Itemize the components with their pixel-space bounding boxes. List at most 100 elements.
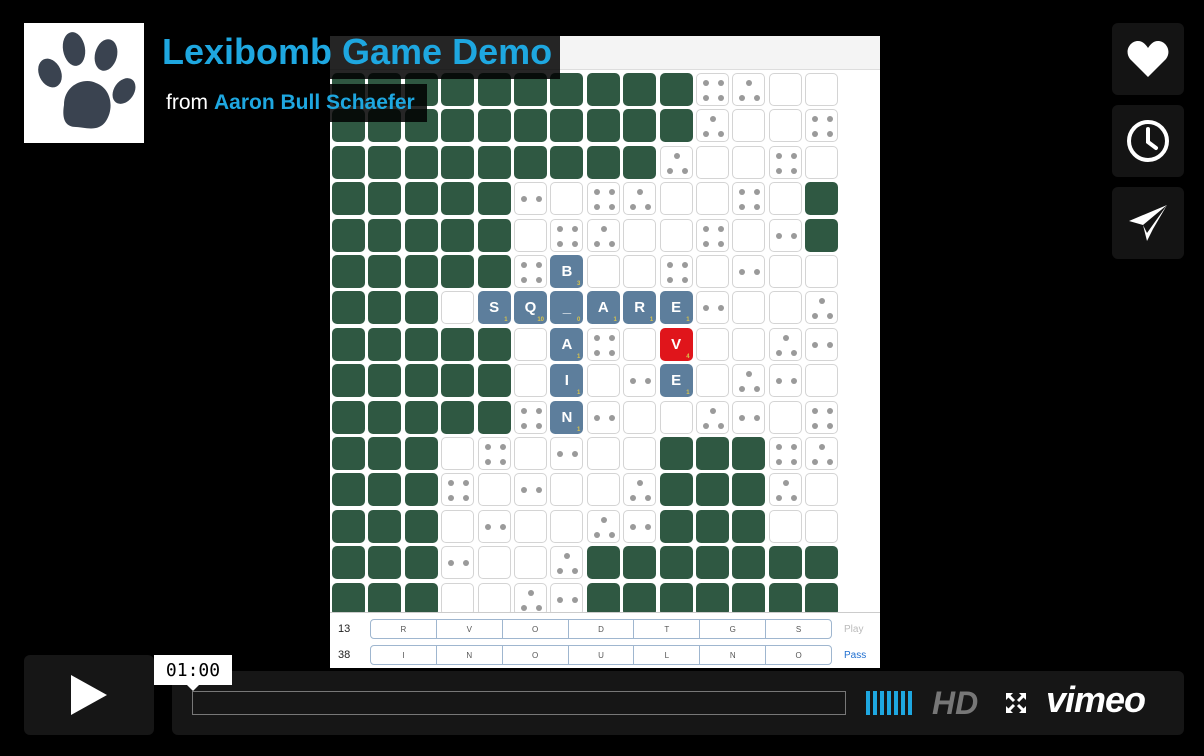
revealed-cell[interactable] <box>586 509 620 543</box>
unrevealed-cell[interactable] <box>586 582 620 616</box>
revealed-cell[interactable] <box>768 109 802 143</box>
revealed-cell[interactable] <box>805 73 839 106</box>
unrevealed-cell[interactable] <box>768 582 802 616</box>
unrevealed-cell[interactable] <box>332 182 365 216</box>
unrevealed-cell[interactable] <box>586 145 620 179</box>
unrevealed-cell[interactable] <box>586 546 620 580</box>
unrevealed-cell[interactable] <box>514 145 547 179</box>
revealed-cell[interactable] <box>696 327 729 361</box>
unrevealed-cell[interactable] <box>696 437 729 470</box>
unrevealed-cell[interactable] <box>332 473 365 507</box>
revealed-cell[interactable] <box>550 218 584 252</box>
letter-tile[interactable]: N1 <box>550 400 584 434</box>
rack-letter[interactable]: N <box>700 646 767 664</box>
revealed-cell[interactable] <box>805 400 839 434</box>
revealed-cell[interactable] <box>732 327 766 361</box>
revealed-cell[interactable] <box>441 509 475 543</box>
unrevealed-cell[interactable] <box>368 327 402 361</box>
revealed-cell[interactable] <box>586 255 620 288</box>
revealed-cell[interactable] <box>696 400 729 434</box>
video-frame[interactable]: B 3 S 1 Q 10 _ 0 A 1 R 1 E 1 A 1 V 4 I 1 E 1 N 1 13 R V O D T G… <box>330 36 880 668</box>
unrevealed-cell[interactable] <box>550 145 584 179</box>
revealed-cell[interactable] <box>441 582 475 616</box>
unrevealed-cell[interactable] <box>732 509 766 543</box>
revealed-cell[interactable] <box>623 364 657 398</box>
revealed-cell[interactable] <box>805 473 839 507</box>
revealed-cell[interactable] <box>514 218 547 252</box>
unrevealed-cell[interactable] <box>477 400 511 434</box>
revealed-cell[interactable] <box>623 182 657 216</box>
unrevealed-cell[interactable] <box>368 582 402 616</box>
revealed-cell[interactable] <box>441 291 475 325</box>
unrevealed-cell[interactable] <box>368 400 402 434</box>
unrevealed-cell[interactable] <box>404 291 438 325</box>
revealed-cell[interactable] <box>768 509 802 543</box>
unrevealed-cell[interactable] <box>732 546 766 580</box>
revealed-cell[interactable] <box>514 255 547 288</box>
unrevealed-cell[interactable] <box>441 182 475 216</box>
unrevealed-cell[interactable] <box>368 182 402 216</box>
rack-letter[interactable]: I <box>371 646 437 664</box>
unrevealed-cell[interactable] <box>659 109 693 143</box>
unrevealed-cell[interactable] <box>332 291 365 325</box>
revealed-cell[interactable] <box>477 437 511 470</box>
unrevealed-cell[interactable] <box>441 400 475 434</box>
revealed-cell[interactable] <box>514 437 547 470</box>
revealed-cell[interactable] <box>805 255 839 288</box>
unrevealed-cell[interactable] <box>368 364 402 398</box>
unrevealed-cell[interactable] <box>477 218 511 252</box>
unrevealed-cell[interactable] <box>477 109 511 143</box>
revealed-cell[interactable] <box>514 400 547 434</box>
unrevealed-cell[interactable] <box>332 437 365 470</box>
letter-tile[interactable]: A1 <box>586 291 620 325</box>
revealed-cell[interactable] <box>768 218 802 252</box>
revealed-cell[interactable] <box>805 327 839 361</box>
revealed-cell[interactable] <box>768 364 802 398</box>
revealed-cell[interactable] <box>696 255 729 288</box>
revealed-cell[interactable] <box>586 327 620 361</box>
revealed-cell[interactable] <box>586 364 620 398</box>
revealed-cell[interactable] <box>514 473 547 507</box>
revealed-cell[interactable] <box>805 145 839 179</box>
unrevealed-cell[interactable] <box>805 182 839 216</box>
unrevealed-cell[interactable] <box>623 546 657 580</box>
revealed-cell[interactable] <box>696 218 729 252</box>
revealed-cell[interactable] <box>586 218 620 252</box>
volume-control[interactable] <box>866 691 912 715</box>
unrevealed-cell[interactable] <box>404 546 438 580</box>
revealed-cell[interactable] <box>623 437 657 470</box>
revealed-cell[interactable] <box>550 546 584 580</box>
revealed-cell[interactable] <box>586 182 620 216</box>
letter-tile[interactable]: Q 10 <box>514 291 547 325</box>
revealed-cell[interactable] <box>514 364 547 398</box>
active-letter-tile[interactable]: V4 <box>659 327 693 361</box>
unrevealed-cell[interactable] <box>368 473 402 507</box>
revealed-cell[interactable] <box>805 291 839 325</box>
unrevealed-cell[interactable] <box>368 145 402 179</box>
game-board[interactable]: B 3 S 1 Q 10 _ 0 A 1 R 1 E 1 A 1 V 4 I 1 E 1 N 1 <box>332 73 878 616</box>
revealed-cell[interactable] <box>805 509 839 543</box>
revealed-cell[interactable] <box>550 182 584 216</box>
unrevealed-cell[interactable] <box>404 218 438 252</box>
unrevealed-cell[interactable] <box>696 473 729 507</box>
revealed-cell[interactable] <box>732 291 766 325</box>
unrevealed-cell[interactable] <box>623 73 657 106</box>
revealed-cell[interactable] <box>550 437 584 470</box>
unrevealed-cell[interactable] <box>659 73 693 106</box>
revealed-cell[interactable] <box>732 182 766 216</box>
revealed-cell[interactable] <box>732 364 766 398</box>
revealed-cell[interactable] <box>732 109 766 143</box>
revealed-cell[interactable] <box>586 473 620 507</box>
revealed-cell[interactable] <box>659 145 693 179</box>
unrevealed-cell[interactable] <box>332 145 365 179</box>
revealed-cell[interactable] <box>768 73 802 106</box>
revealed-cell[interactable] <box>805 109 839 143</box>
unrevealed-cell[interactable] <box>368 437 402 470</box>
unrevealed-cell[interactable] <box>659 473 693 507</box>
letter-tile[interactable]: E1 <box>659 291 693 325</box>
revealed-cell[interactable] <box>696 145 729 179</box>
unrevealed-cell[interactable] <box>404 400 438 434</box>
letter-tile[interactable]: S1 <box>477 291 511 325</box>
revealed-cell[interactable] <box>768 473 802 507</box>
letter-tile[interactable]: I1 <box>550 364 584 398</box>
